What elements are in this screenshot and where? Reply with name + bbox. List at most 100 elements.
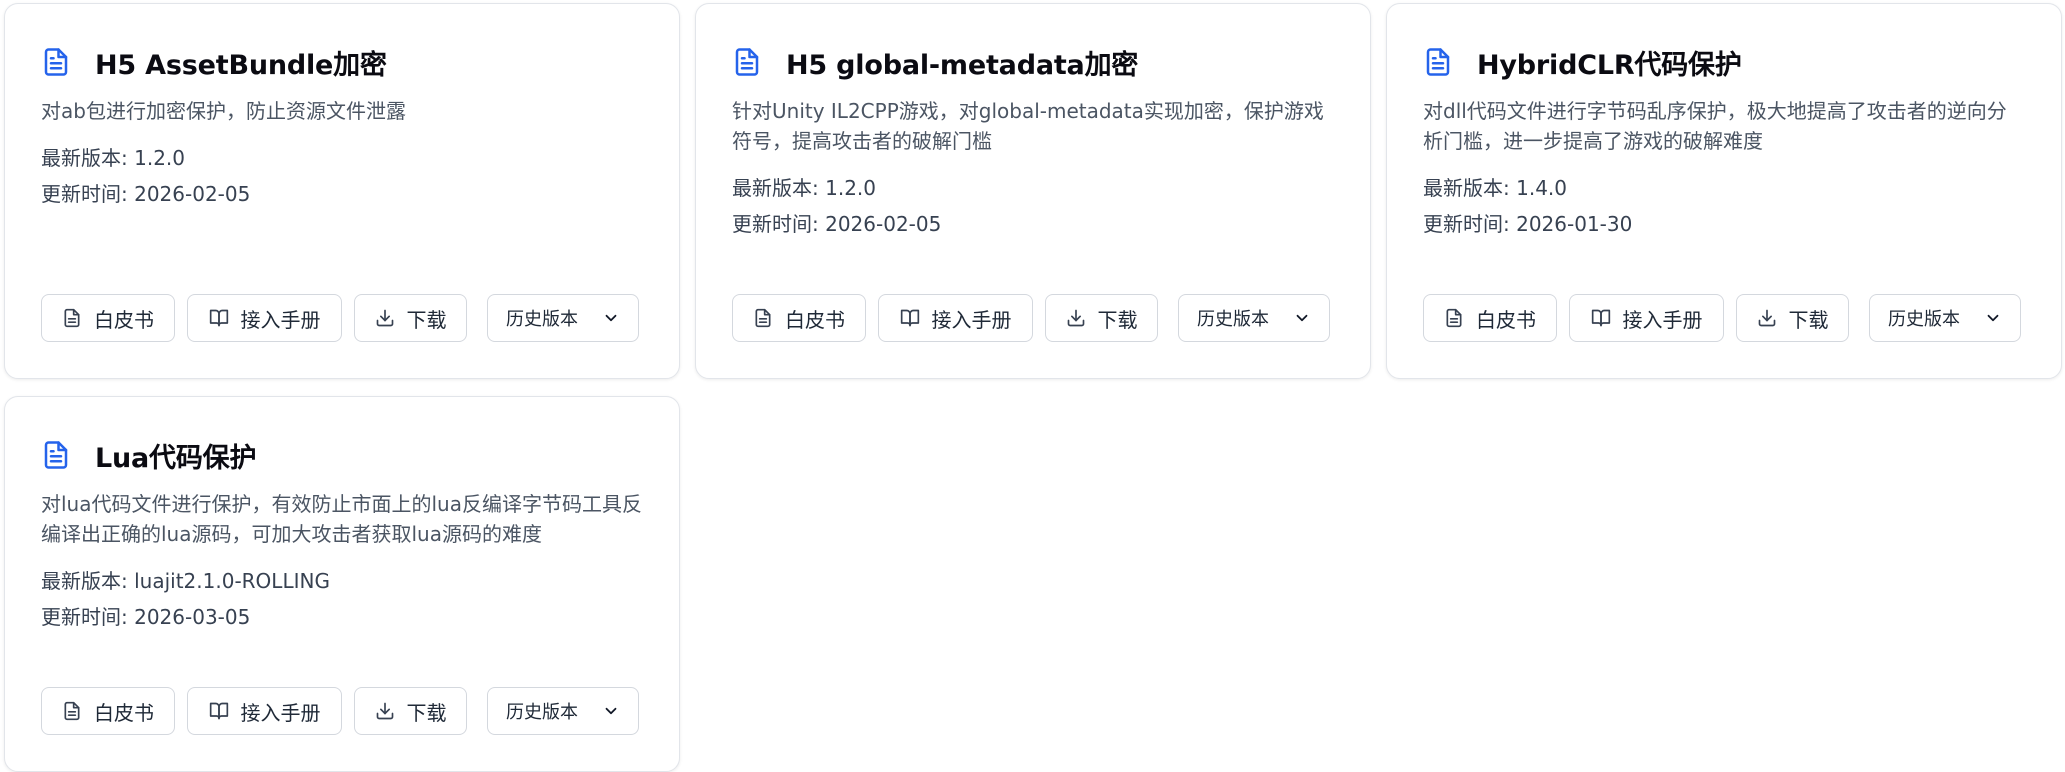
product-card: H5 global-metadata加密 针对Unity IL2CPP游戏，对g…	[695, 3, 1371, 379]
update-time: 更新时间: 2026-01-30	[1423, 206, 2025, 242]
version-label: 最新版本:	[41, 569, 135, 593]
manual-button[interactable]: 接入手册	[878, 294, 1033, 342]
update-time: 更新时间: 2026-03-05	[41, 599, 643, 635]
card-actions: 白皮书 接入手册 下载 历史版本	[1423, 294, 2025, 342]
history-version-select[interactable]: 历史版本	[487, 294, 639, 342]
version-label: 最新版本:	[1423, 176, 1517, 200]
manual-button[interactable]: 接入手册	[187, 294, 342, 342]
file-text-icon	[732, 45, 762, 79]
version-value: luajit2.1.0-ROLLING	[134, 569, 330, 593]
date-value: 2026-03-05	[134, 605, 251, 629]
book-open-icon	[209, 701, 229, 721]
manual-label: 接入手册	[1622, 307, 1703, 332]
card-header: H5 AssetBundle加密	[41, 42, 643, 82]
download-button[interactable]: 下载	[354, 294, 467, 342]
download-label: 下载	[406, 307, 447, 332]
card-meta: 最新版本: 1.2.0 更新时间: 2026-02-05	[732, 170, 1334, 242]
file-text-icon	[1423, 45, 1453, 79]
file-text-icon	[41, 45, 71, 79]
update-time: 更新时间: 2026-02-05	[41, 176, 643, 212]
latest-version: 最新版本: 1.2.0	[41, 140, 643, 176]
download-button[interactable]: 下载	[1736, 294, 1849, 342]
card-actions: 白皮书 接入手册 下载 历史版本	[41, 687, 643, 735]
product-card: HybridCLR代码保护 对dll代码文件进行字节码乱序保护，极大地提高了攻击…	[1386, 3, 2062, 379]
download-icon	[1757, 308, 1777, 328]
chevron-down-icon	[1293, 309, 1311, 327]
whitepaper-button[interactable]: 白皮书	[41, 687, 175, 735]
card-meta: 最新版本: 1.2.0 更新时间: 2026-02-05	[41, 140, 643, 212]
version-value: 1.2.0	[825, 176, 876, 200]
file-icon	[753, 308, 773, 328]
download-icon	[375, 701, 395, 721]
history-version-select[interactable]: 历史版本	[1178, 294, 1330, 342]
manual-button[interactable]: 接入手册	[1569, 294, 1724, 342]
card-actions: 白皮书 接入手册 下载 历史版本	[732, 294, 1334, 342]
product-card: Lua代码保护 对lua代码文件进行保护，有效防止市面上的lua反编译字节码工具…	[4, 396, 680, 772]
card-title: HybridCLR代码保护	[1477, 49, 1742, 81]
date-label: 更新时间:	[1423, 212, 1517, 236]
card-header: H5 global-metadata加密	[732, 42, 1334, 82]
date-value: 2026-02-05	[134, 182, 251, 206]
product-card: H5 AssetBundle加密 对ab包进行加密保护，防止资源文件泄露 最新版…	[4, 3, 680, 379]
card-title: H5 AssetBundle加密	[95, 49, 387, 81]
chevron-down-icon	[602, 702, 620, 720]
latest-version: 最新版本: 1.2.0	[732, 170, 1334, 206]
download-icon	[375, 308, 395, 328]
card-title: Lua代码保护	[95, 442, 257, 474]
download-icon	[1066, 308, 1086, 328]
history-label: 历史版本	[1197, 309, 1269, 330]
version-value: 1.2.0	[134, 146, 185, 170]
whitepaper-label: 白皮书	[94, 700, 154, 725]
history-label: 历史版本	[506, 702, 578, 723]
card-description: 针对Unity IL2CPP游戏，对global-metadata实现加密，保护…	[732, 99, 1324, 153]
manual-label: 接入手册	[240, 700, 321, 725]
card-description: 对dll代码文件进行字节码乱序保护，极大地提高了攻击者的逆向分析门槛，进一步提高…	[1423, 99, 2007, 153]
product-card-grid: H5 AssetBundle加密 对ab包进行加密保护，防止资源文件泄露 最新版…	[4, 3, 2062, 772]
file-text-icon	[41, 438, 71, 472]
latest-version: 最新版本: luajit2.1.0-ROLLING	[41, 563, 643, 599]
date-label: 更新时间:	[41, 605, 135, 629]
download-label: 下载	[1097, 307, 1138, 332]
whitepaper-label: 白皮书	[1476, 307, 1536, 332]
card-actions: 白皮书 接入手册 下载 历史版本	[41, 294, 643, 342]
version-label: 最新版本:	[732, 176, 826, 200]
whitepaper-label: 白皮书	[94, 307, 154, 332]
card-title: H5 global-metadata加密	[786, 49, 1139, 81]
book-open-icon	[1591, 308, 1611, 328]
whitepaper-button[interactable]: 白皮书	[41, 294, 175, 342]
chevron-down-icon	[1984, 309, 2002, 327]
history-label: 历史版本	[506, 309, 578, 330]
chevron-down-icon	[602, 309, 620, 327]
file-icon	[62, 308, 82, 328]
date-value: 2026-02-05	[825, 212, 942, 236]
manual-label: 接入手册	[931, 307, 1012, 332]
manual-label: 接入手册	[240, 307, 321, 332]
card-description: 对lua代码文件进行保护，有效防止市面上的lua反编译字节码工具反编译出正确的l…	[41, 492, 642, 546]
date-label: 更新时间:	[732, 212, 826, 236]
whitepaper-button[interactable]: 白皮书	[1423, 294, 1557, 342]
file-icon	[62, 701, 82, 721]
file-icon	[1444, 308, 1464, 328]
version-label: 最新版本:	[41, 146, 135, 170]
history-version-select[interactable]: 历史版本	[487, 687, 639, 735]
history-label: 历史版本	[1888, 309, 1960, 330]
update-time: 更新时间: 2026-02-05	[732, 206, 1334, 242]
card-header: Lua代码保护	[41, 435, 643, 475]
book-open-icon	[900, 308, 920, 328]
download-button[interactable]: 下载	[354, 687, 467, 735]
card-description: 对ab包进行加密保护，防止资源文件泄露	[41, 99, 406, 123]
version-value: 1.4.0	[1516, 176, 1567, 200]
manual-button[interactable]: 接入手册	[187, 687, 342, 735]
download-label: 下载	[406, 700, 447, 725]
latest-version: 最新版本: 1.4.0	[1423, 170, 2025, 206]
download-button[interactable]: 下载	[1045, 294, 1158, 342]
date-value: 2026-01-30	[1516, 212, 1633, 236]
card-header: HybridCLR代码保护	[1423, 42, 2025, 82]
history-version-select[interactable]: 历史版本	[1869, 294, 2021, 342]
card-meta: 最新版本: 1.4.0 更新时间: 2026-01-30	[1423, 170, 2025, 242]
whitepaper-button[interactable]: 白皮书	[732, 294, 866, 342]
download-label: 下载	[1788, 307, 1829, 332]
whitepaper-label: 白皮书	[785, 307, 845, 332]
date-label: 更新时间:	[41, 182, 135, 206]
card-meta: 最新版本: luajit2.1.0-ROLLING 更新时间: 2026-03-…	[41, 563, 643, 635]
